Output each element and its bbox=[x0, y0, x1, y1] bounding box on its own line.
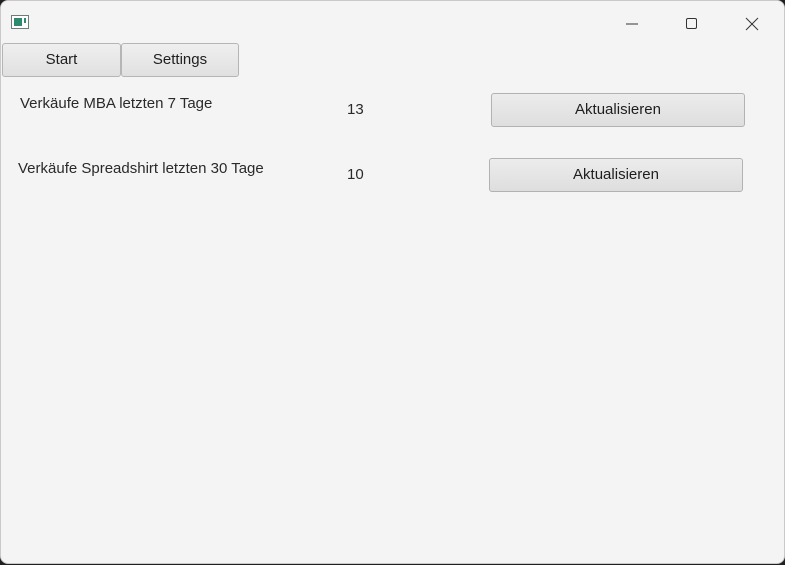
mba-sales-label: Verkäufe MBA letzten 7 Tage bbox=[20, 95, 213, 112]
maximize-button[interactable] bbox=[669, 9, 715, 39]
maximize-icon bbox=[686, 18, 697, 29]
minimize-icon bbox=[626, 23, 638, 25]
mba-refresh-button[interactable]: Aktualisieren bbox=[491, 93, 745, 127]
minimize-button[interactable] bbox=[609, 9, 655, 39]
spreadshirt-sales-value: 10 bbox=[347, 166, 364, 183]
mba-sales-value: 13 bbox=[347, 101, 364, 118]
close-icon bbox=[745, 17, 759, 31]
tab-settings[interactable]: Settings bbox=[121, 43, 239, 77]
title-bar[interactable] bbox=[1, 1, 784, 43]
tab-start[interactable]: Start bbox=[2, 43, 121, 77]
spreadshirt-sales-label: Verkäufe Spreadshirt letzten 30 Tage bbox=[18, 160, 264, 177]
app-window: Start Settings Verkäufe MBA letzten 7 Ta… bbox=[0, 0, 785, 564]
close-button[interactable] bbox=[729, 9, 775, 39]
spreadshirt-refresh-button[interactable]: Aktualisieren bbox=[489, 158, 743, 192]
app-window-icon bbox=[11, 15, 29, 29]
